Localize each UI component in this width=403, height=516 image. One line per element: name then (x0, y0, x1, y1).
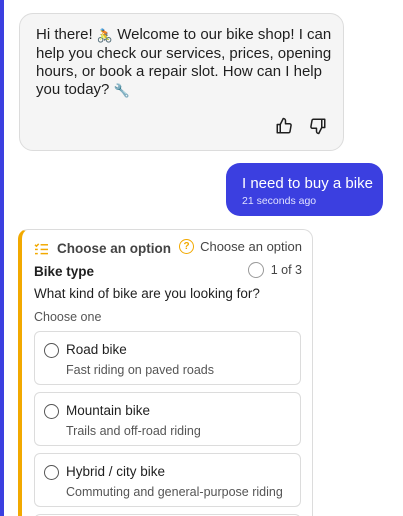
option-description: Commuting and general-purpose riding (66, 485, 283, 499)
field-row: Bike type 1 of 3 (34, 261, 302, 281)
option-description: Fast riding on paved roads (66, 363, 215, 377)
option-hybrid-city-bike[interactable]: Hybrid / city bike Commuting and general… (34, 453, 301, 507)
message-feedback (275, 117, 327, 135)
radio-button[interactable] (44, 465, 59, 480)
thumbs-up-icon[interactable] (275, 117, 293, 135)
bot-message-text: Hi there! 🚴 Welcome to our bike shop! I … (36, 26, 332, 98)
radio-button[interactable] (44, 343, 59, 358)
radio-button[interactable] (44, 404, 59, 419)
step-indicator: 1 of 3 (247, 262, 302, 278)
bot-message-bubble: Hi there! 🚴 Welcome to our bike shop! I … (19, 13, 344, 151)
option-title: Hybrid / city bike (66, 464, 166, 479)
thumbs-down-icon[interactable] (309, 117, 327, 135)
field-label: Bike type (34, 263, 95, 279)
question-text: What kind of bike are you looking for? (34, 286, 260, 301)
card-header-hint: Choose an option (200, 239, 302, 254)
choose-option-card: Choose an option ? Choose an option Bike… (18, 229, 313, 516)
card-header: Choose an option ? Choose an option (34, 239, 302, 257)
step-text: 1 of 3 (270, 263, 302, 277)
option-description: Trails and off-road riding (66, 424, 201, 438)
question-icon: ? (179, 239, 195, 254)
wrench-icon: 🔧 (113, 83, 130, 98)
user-message-text: I need to buy a bike (242, 175, 373, 192)
choose-one-hint: Choose one (34, 310, 102, 324)
user-message-timestamp: 21 seconds ago (242, 195, 317, 207)
user-message-bubble: I need to buy a bike 21 seconds ago (226, 163, 383, 216)
option-road-bike[interactable]: Road bike Fast riding on paved roads (34, 331, 301, 385)
card-header-title: Choose an option (57, 240, 171, 256)
option-title: Road bike (66, 342, 127, 357)
left-accent-bar (0, 0, 4, 516)
option-title: Mountain bike (66, 403, 151, 418)
checklist-icon (34, 242, 48, 254)
bike-rider-icon: 🚴 (96, 28, 114, 43)
option-mountain-bike[interactable]: Mountain bike Trails and off-road riding (34, 392, 301, 446)
progress-ring-icon (247, 262, 264, 278)
